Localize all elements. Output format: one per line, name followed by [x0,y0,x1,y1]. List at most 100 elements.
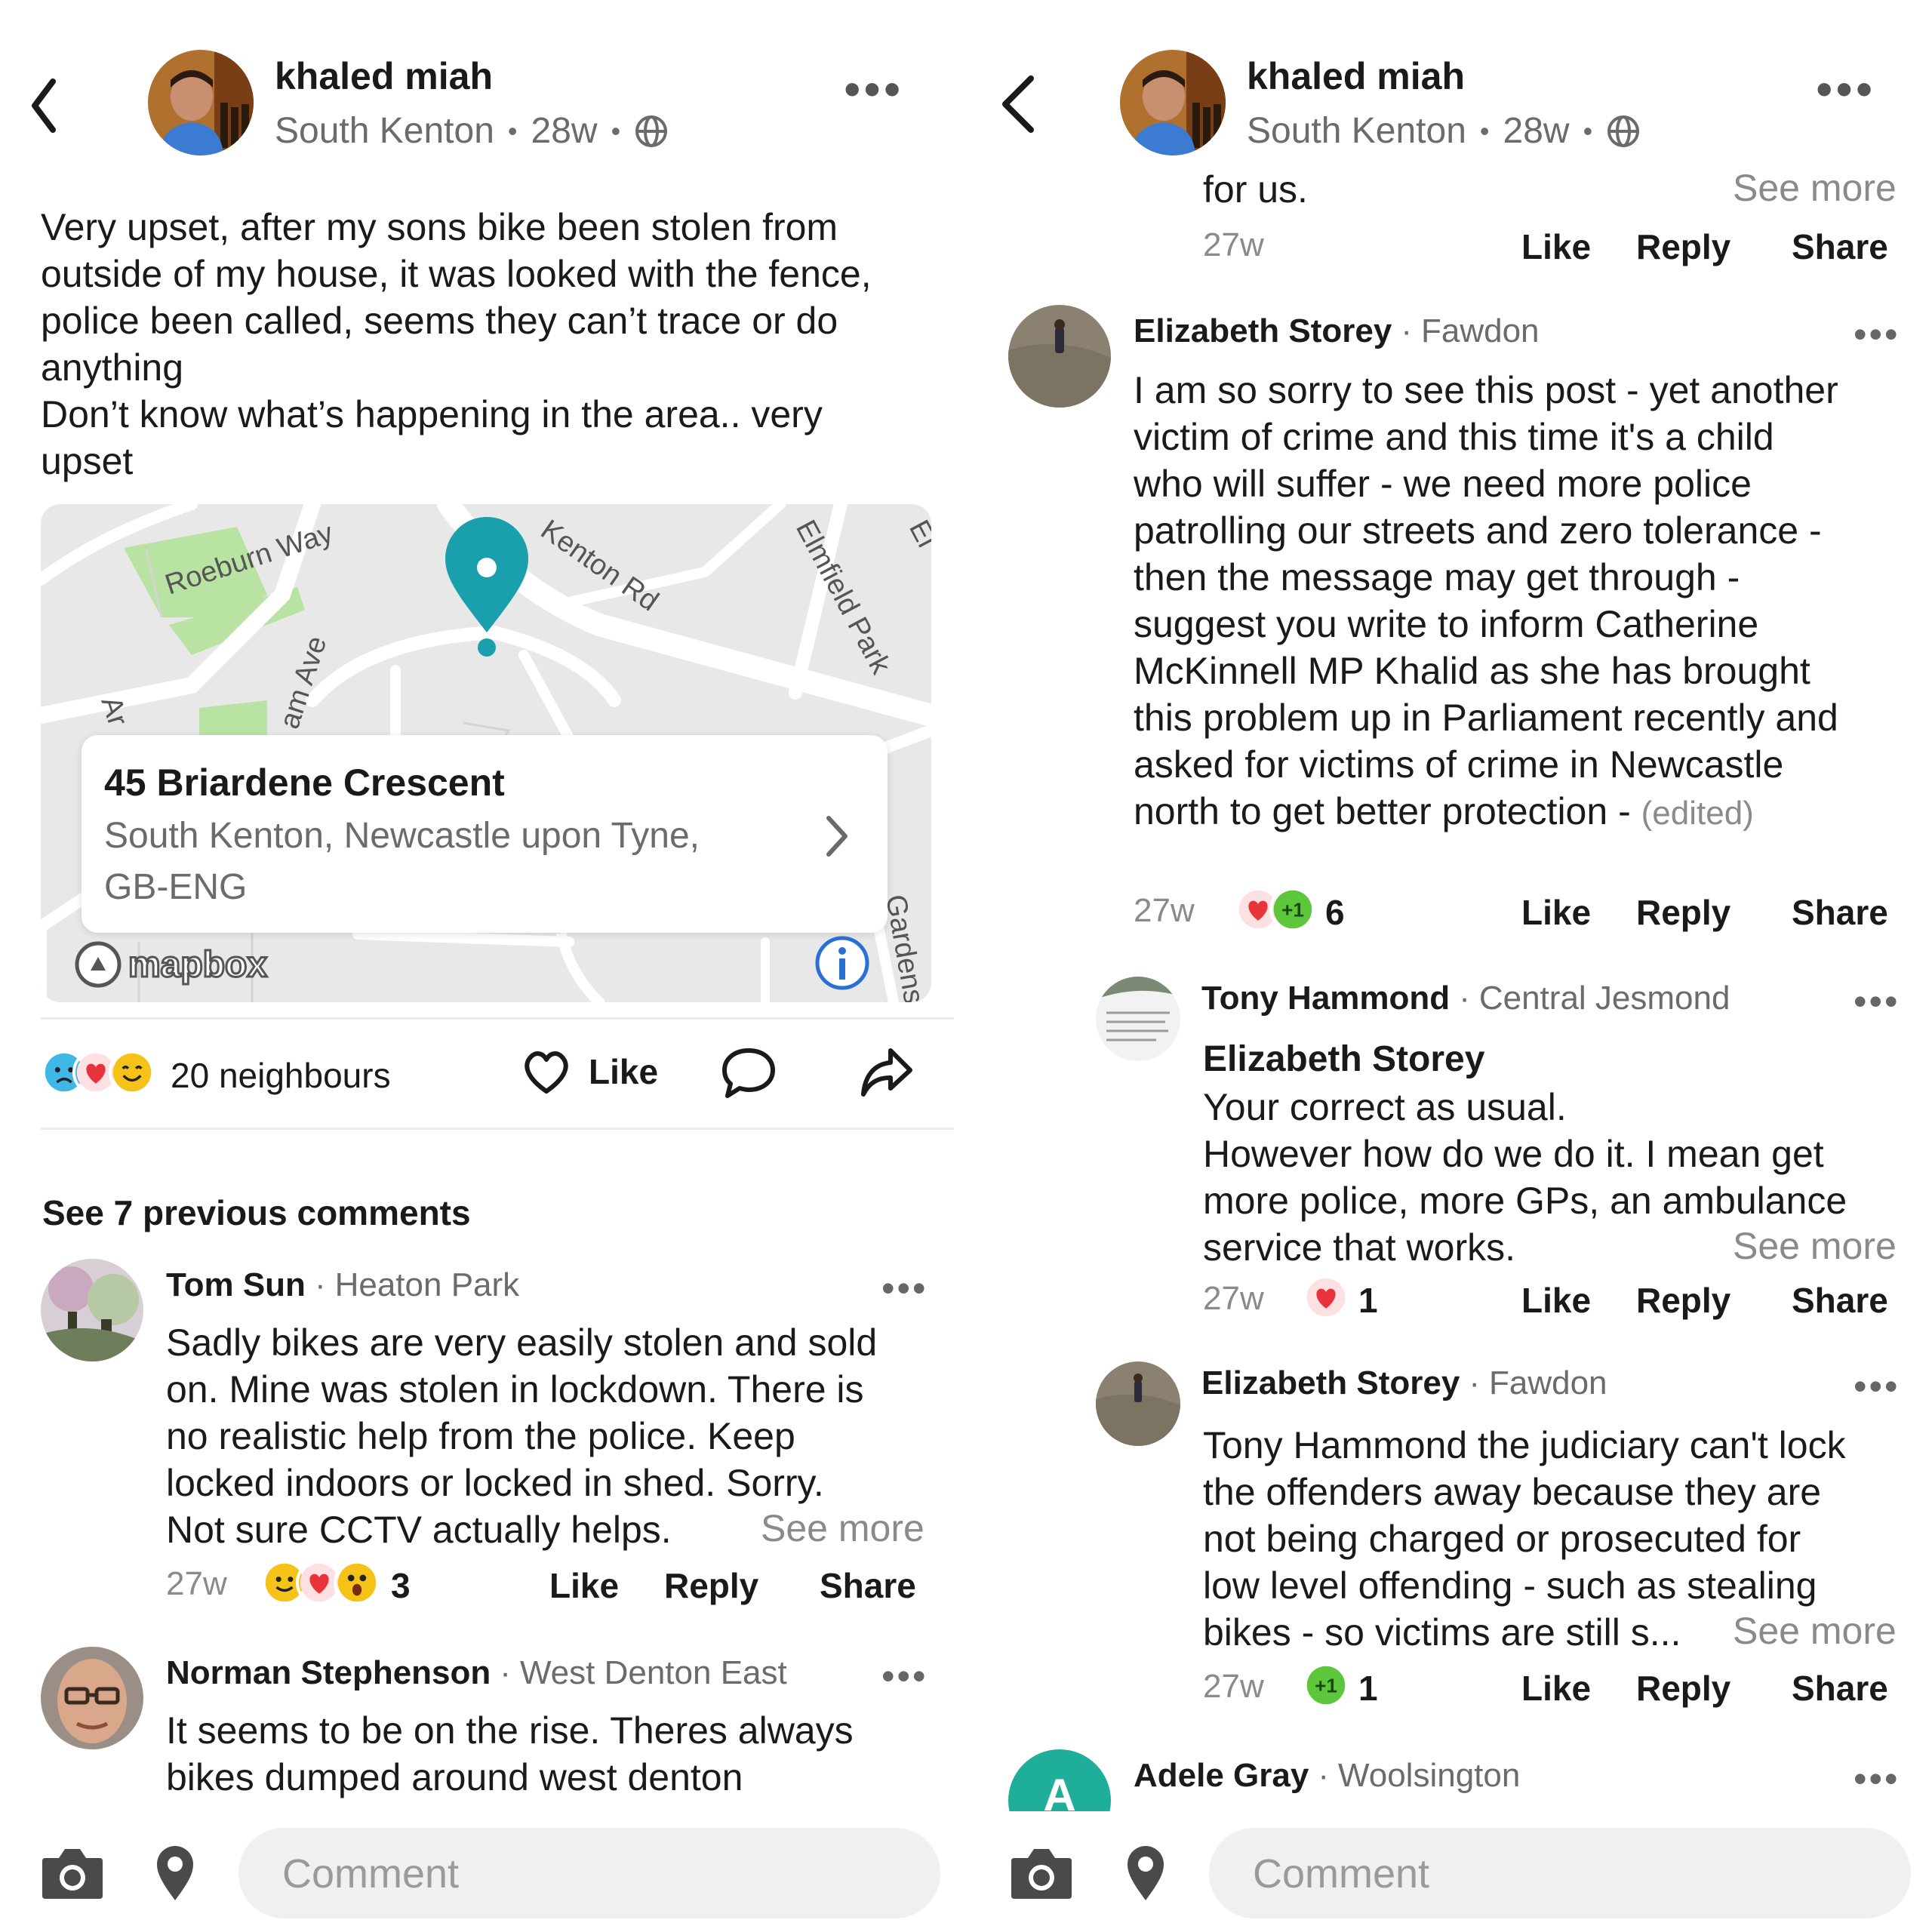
camera-icon[interactable] [39,1844,106,1902]
comment-share-button[interactable]: Share [1792,892,1888,933]
divider [41,1128,954,1130]
commenter-name[interactable]: Elizabeth Storey [1201,1364,1460,1402]
comment-like-button[interactable]: Like [1521,1280,1591,1321]
location-separator: · [314,1266,326,1303]
commenter-avatar[interactable] [41,1647,143,1749]
more-horizontal-icon[interactable]: ••• [1816,65,1875,113]
mapbox-wordmark: mapbox [127,943,268,986]
comment-reaction-count: 6 [1325,893,1345,932]
post-location: South Kenton [275,111,494,151]
share-arrow-icon[interactable] [857,1044,915,1102]
like-button[interactable]: Like [519,1044,658,1099]
left-post-view: khaled miah South Kenton • 28w • ••• Ver… [0,0,966,1932]
chevron-left-icon[interactable] [30,75,60,136]
comment-share-button[interactable]: Share [1792,226,1888,267]
commenter-avatar[interactable] [1008,305,1111,408]
comment-reactions[interactable]: +1 [1235,886,1318,936]
comment-like-button[interactable]: Like [1521,892,1591,933]
svg-text:+1: +1 [1281,899,1304,921]
comment-reply-button[interactable]: Reply [1636,1280,1730,1321]
comment-header: Norman Stephenson · West Denton East [166,1654,787,1692]
comment-body: I am so sorry to see this post - yet ano… [1134,367,1918,837]
comment-time: 27w [1203,226,1264,263]
commenter-name[interactable]: Tom Sun [166,1266,306,1304]
commenter-avatar[interactable] [1096,977,1180,1061]
commenter-location: West Denton East [519,1654,787,1691]
more-horizontal-icon[interactable]: ••• [844,65,903,113]
chevron-left-icon[interactable] [996,72,1041,136]
comment-more-icon[interactable]: ••• [1854,1367,1900,1405]
comment-reply-button[interactable]: Reply [1636,226,1730,267]
comment-reactions[interactable] [261,1559,389,1609]
comment-like-button[interactable]: Like [1521,1668,1591,1709]
see-previous-comments-link[interactable]: See 7 previous comments [42,1192,471,1233]
comment-input[interactable]: Comment [1209,1828,1911,1918]
comment-share-button[interactable]: Share [1792,1668,1888,1709]
post-time: 28w [1503,111,1570,151]
meta-separator: • [507,115,518,146]
comment-more-icon[interactable]: ••• [1854,1760,1900,1798]
see-more-link[interactable]: See more [1733,1609,1897,1653]
comment-time: 27w [1134,892,1195,929]
commenter-avatar[interactable] [1096,1361,1180,1446]
camera-icon[interactable] [1008,1844,1075,1902]
mention-link[interactable]: Elizabeth Storey [1203,1038,1484,1080]
divider [41,1017,954,1020]
see-more-link[interactable]: See more [761,1506,924,1550]
comment-header: Elizabeth Storey · Fawdon [1201,1364,1607,1402]
author-name[interactable]: khaled miah [275,54,493,98]
post-time: 28w [531,111,598,151]
chevron-right-icon [826,816,848,857]
post-meta: South Kenton • 28w • [1247,110,1641,152]
info-icon[interactable] [814,934,871,992]
commenter-name[interactable]: Adele Gray [1134,1757,1309,1795]
comment-reactions[interactable] [1303,1274,1352,1324]
comment-reaction-count: 1 [1358,1669,1378,1708]
comment-header: Elizabeth Storey · Fawdon [1134,312,1540,350]
plus-one-icon: +1 [1269,886,1316,933]
comment-more-icon[interactable]: ••• [881,1269,928,1307]
commenter-avatar[interactable] [41,1259,143,1361]
commenter-location: Heaton Park [334,1266,520,1303]
comment-placeholder: Comment [1253,1851,1430,1897]
comment-placeholder: Comment [282,1851,460,1897]
comment-time: 27w [1203,1668,1264,1705]
comment-like-button[interactable]: Like [549,1565,619,1606]
comment-share-button[interactable]: Share [820,1565,916,1606]
author-avatar[interactable] [148,50,254,155]
edited-label: (edited) [1641,795,1754,832]
author-name[interactable]: khaled miah [1247,54,1465,98]
post-location: South Kenton [1247,111,1466,151]
comment-body-tail: for us. [1203,168,1308,211]
comment-bubble-icon[interactable] [720,1044,777,1102]
address-card[interactable]: 45 Briardene Crescent South Kenton, Newc… [82,735,888,933]
comment-reply-button[interactable]: Reply [664,1565,758,1606]
comment-reply-button[interactable]: Reply [1636,1668,1730,1709]
comment-reply-button[interactable]: Reply [1636,892,1730,933]
comment-like-button[interactable]: Like [1521,226,1591,267]
location-pin-icon[interactable] [1124,1843,1167,1903]
reaction-count[interactable]: 20 neighbours [171,1055,391,1096]
location-pin-icon[interactable] [154,1843,196,1903]
comment-more-icon[interactable]: ••• [881,1657,928,1695]
map-preview[interactable]: Roeburn Way Kenton Rd Elmfield Park El a… [41,504,931,1002]
comment-reactions[interactable]: +1 [1303,1662,1352,1712]
commenter-name[interactable]: Norman Stephenson [166,1654,491,1692]
author-avatar[interactable] [1120,50,1226,155]
see-more-link[interactable]: See more [1733,166,1897,210]
commenter-name[interactable]: Tony Hammond [1201,980,1450,1017]
mapbox-logo-icon [75,941,122,988]
commenter-name[interactable]: Elizabeth Storey [1134,312,1392,350]
reaction-summary[interactable] [41,1049,169,1102]
comment-more-icon[interactable]: ••• [1854,315,1900,353]
see-more-link[interactable]: See more [1733,1224,1897,1268]
location-separator: · [1401,312,1412,349]
wow-emoji-icon [334,1559,380,1606]
comment-input[interactable]: Comment [238,1828,940,1918]
address-subtitle: South Kenton, Newcastle upon Tyne, GB-EN… [104,816,700,907]
comment-share-button[interactable]: Share [1792,1280,1888,1321]
comment-more-icon[interactable]: ••• [1854,983,1900,1020]
mapbox-attribution[interactable]: mapbox [74,940,269,989]
globe-icon [635,115,668,147]
comment-reaction-count: 1 [1358,1281,1378,1320]
